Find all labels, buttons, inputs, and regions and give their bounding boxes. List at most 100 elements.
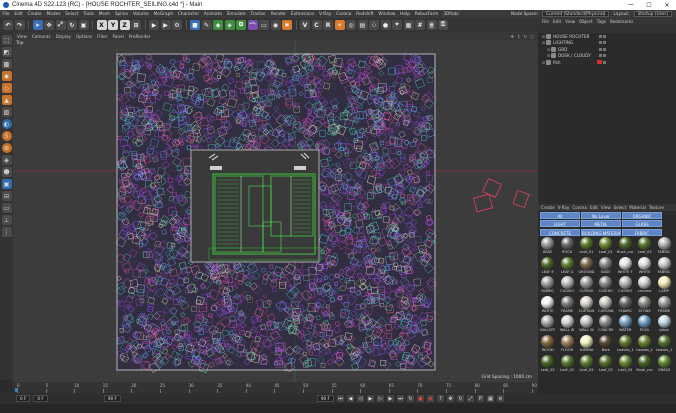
rotate-view-icon[interactable]: ↻	[524, 34, 528, 39]
dolly-icon[interactable]: ↕	[517, 34, 521, 39]
lock-workplane-icon[interactable]: ⊟	[1, 191, 12, 201]
object-menu-view[interactable]: View	[565, 19, 575, 24]
material-swatch[interactable]: FABRIC	[655, 256, 672, 276]
material-swatch[interactable]: Leaf_02	[558, 354, 575, 374]
viewport-solo-icon[interactable]: ▣	[1, 179, 12, 189]
menu-mograph[interactable]: MoGraph	[151, 12, 175, 17]
go-to-end-icon[interactable]: ⏭	[396, 395, 404, 402]
axis-extension-icon[interactable]: ⊥	[1, 215, 12, 225]
recent-tools-icon[interactable]: ▣	[78, 20, 89, 30]
material-swatch[interactable]: BASE	[597, 256, 614, 276]
menu-render[interactable]: Render	[268, 12, 288, 17]
material-swatch[interactable]: BASE	[539, 236, 556, 256]
node-space-dropdown[interactable]: Current (Standard/Physical)	[542, 11, 610, 17]
layer-button-all[interactable]: All	[540, 212, 580, 219]
go-to-start-icon[interactable]: ⏮	[336, 395, 344, 402]
material-swatch[interactable]: WHITE	[539, 295, 556, 315]
material-menu-view[interactable]: View	[601, 205, 611, 210]
material-menu-corona[interactable]: Corona	[572, 205, 587, 210]
viewport-menu-filter[interactable]: Filter	[97, 34, 107, 39]
points-mode-icon[interactable]: ◆	[1, 71, 12, 81]
z-axis-lock-button[interactable]: Z	[119, 20, 130, 30]
y-axis-lock-button[interactable]: Y	[108, 20, 118, 30]
material-swatch[interactable]: Leaf_01	[597, 236, 614, 256]
layer-button-concrete[interactable]: CONCRETE	[540, 228, 580, 236]
x-axis-lock-button[interactable]: X	[96, 20, 107, 30]
material-swatch[interactable]: GRASS	[655, 354, 672, 374]
render-settings-icon[interactable]: ⚙	[172, 20, 182, 30]
material-swatch[interactable]: WHITE	[636, 256, 653, 276]
menu-volume[interactable]: Volume	[130, 12, 151, 17]
layout-dropdown[interactable]: Startup (User)	[633, 11, 672, 17]
menu-create[interactable]: Create	[25, 12, 44, 17]
layer-button-building-materials[interactable]: BUILDING MATERIALS	[581, 228, 621, 236]
texture-mode-icon[interactable]: ▩	[1, 59, 12, 69]
make-editable-icon[interactable]: ⬚	[1, 35, 12, 45]
start-frame-field[interactable]: 0 F	[16, 395, 31, 402]
key-rotation-icon[interactable]: ↻	[456, 395, 464, 402]
material-swatch[interactable]: WATER	[617, 314, 634, 334]
redshift-icon[interactable]: R	[323, 20, 333, 30]
move-icon[interactable]: ✥	[44, 20, 54, 30]
material-tag-icon[interactable]	[597, 60, 602, 65]
pen-icon[interactable]: ✎	[201, 20, 212, 30]
coordinate-system-icon[interactable]: ⊞	[131, 20, 141, 30]
material-swatch[interactable]: chrome	[636, 275, 653, 295]
material-swatch[interactable]: FLOOR	[558, 334, 575, 354]
undo-icon[interactable]: ↶	[3, 20, 13, 30]
rotate-icon[interactable]: ↻	[67, 20, 77, 30]
material-swatch[interactable]: CONCRE	[597, 314, 614, 334]
material-swatch[interactable]: LUMINA	[578, 334, 595, 354]
viewport-menu-prorender[interactable]: ProRender	[129, 34, 151, 39]
object-menu-file[interactable]: File	[542, 19, 549, 24]
material-menu-v-ray[interactable]: V-Ray	[558, 205, 570, 210]
viewport-menu-view[interactable]: View	[17, 34, 27, 39]
soft-selection-icon[interactable]: S	[1, 131, 12, 141]
lock-icon[interactable]: ⚿	[438, 20, 448, 30]
material-swatch[interactable]: FABRIC	[539, 275, 556, 295]
material-swatch[interactable]: WALL W	[558, 314, 575, 334]
menu-edit[interactable]: Edit	[12, 12, 25, 17]
timeline-ruler[interactable]: 0 5 10 15 20 25 30 35 40 45 50 55 60 65 70 75 80 85 90	[13, 382, 538, 393]
redo-icon[interactable]: ↷	[14, 20, 25, 30]
menu-file[interactable]: File	[0, 12, 12, 17]
scale-icon[interactable]: ⤢	[55, 20, 66, 30]
material-swatch[interactable]: FABRIC	[655, 236, 672, 256]
corona-icon[interactable]: C	[311, 20, 322, 30]
menu-redshift[interactable]: Redshift	[354, 12, 376, 17]
cloner-icon[interactable]: ⧉	[236, 20, 246, 30]
object-menu-object[interactable]: Object	[579, 19, 593, 24]
planar-icon[interactable]: ▭	[1, 203, 12, 213]
material-swatch[interactable]: GROUND	[578, 256, 595, 276]
menu-modes[interactable]: Modes	[44, 12, 63, 17]
menu-help[interactable]: Help	[398, 12, 413, 17]
menu-character[interactable]: Character	[176, 12, 202, 17]
material-swatch[interactable]: Leaf_02	[597, 354, 614, 374]
maximize-button[interactable]: ☐	[640, 2, 658, 9]
keyframe-selection-icon[interactable]: ?	[436, 395, 444, 402]
bend-deformer-icon[interactable]: ⌒	[247, 20, 258, 30]
snapping-icon[interactable]: ⊛	[1, 143, 12, 153]
workplane-icon[interactable]: ▦	[403, 20, 414, 30]
loop-icon[interactable]: ↻	[406, 395, 414, 402]
quantize-icon[interactable]: ⋮	[1, 227, 12, 237]
material-swatch[interactable]: Leaf_01	[578, 236, 595, 256]
live-selection-icon[interactable]: ➤	[32, 20, 43, 30]
viewport-menu-cameras[interactable]: Cameras	[32, 34, 51, 39]
snap-icon[interactable]: ⌖	[392, 20, 402, 30]
layer-button-glass[interactable]: GLASS	[622, 220, 662, 228]
material-swatch[interactable]: CURTAIN	[578, 295, 595, 315]
menu-simulate[interactable]: Simulate	[224, 12, 248, 17]
previous-frame-icon[interactable]: ◁	[356, 395, 364, 402]
material-swatch[interactable]: FRAME	[558, 295, 575, 315]
material-swatch[interactable]: Bush_cur	[617, 236, 634, 256]
close-button[interactable]: ✕	[658, 2, 676, 9]
material-swatch[interactable]: CUSHIO	[578, 275, 595, 295]
layers-icon[interactable]: ≣	[426, 20, 437, 30]
object-row[interactable]: ⊞ fish	[538, 59, 676, 66]
menu-window[interactable]: Window	[376, 12, 398, 17]
menu-spline[interactable]: Spline	[112, 12, 130, 17]
material-swatch[interactable]: Leaves_1	[636, 334, 653, 354]
material-swatch[interactable]: CUSHIO	[597, 275, 614, 295]
material-swatch[interactable]: CURTAIN	[597, 295, 614, 315]
